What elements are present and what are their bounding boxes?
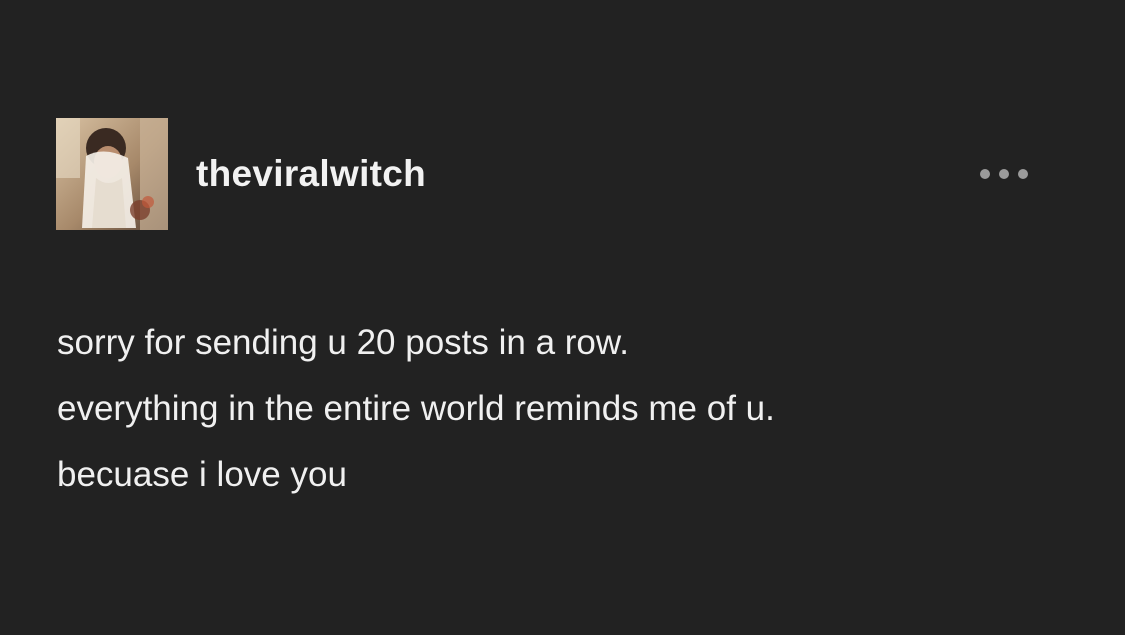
more-options-button[interactable]: [980, 162, 1028, 186]
more-options-icon: [999, 169, 1009, 179]
avatar[interactable]: [56, 118, 168, 230]
post-text-line: sorry for sending u 20 posts in a row.: [57, 323, 629, 362]
post-body: sorry for sending u 20 posts in a row. e…: [57, 310, 1077, 508]
more-options-icon: [1018, 169, 1028, 179]
avatar-photo-icon: [56, 118, 168, 230]
author-username[interactable]: theviralwitch: [196, 152, 426, 196]
post-text-line: becuase i love you: [57, 455, 347, 494]
post-text-line: everything in the entire world reminds m…: [57, 389, 775, 428]
more-options-icon: [980, 169, 990, 179]
post-card: theviralwitch sorry for sending u 20 pos…: [0, 0, 1125, 635]
post-header: theviralwitch: [56, 118, 1036, 230]
